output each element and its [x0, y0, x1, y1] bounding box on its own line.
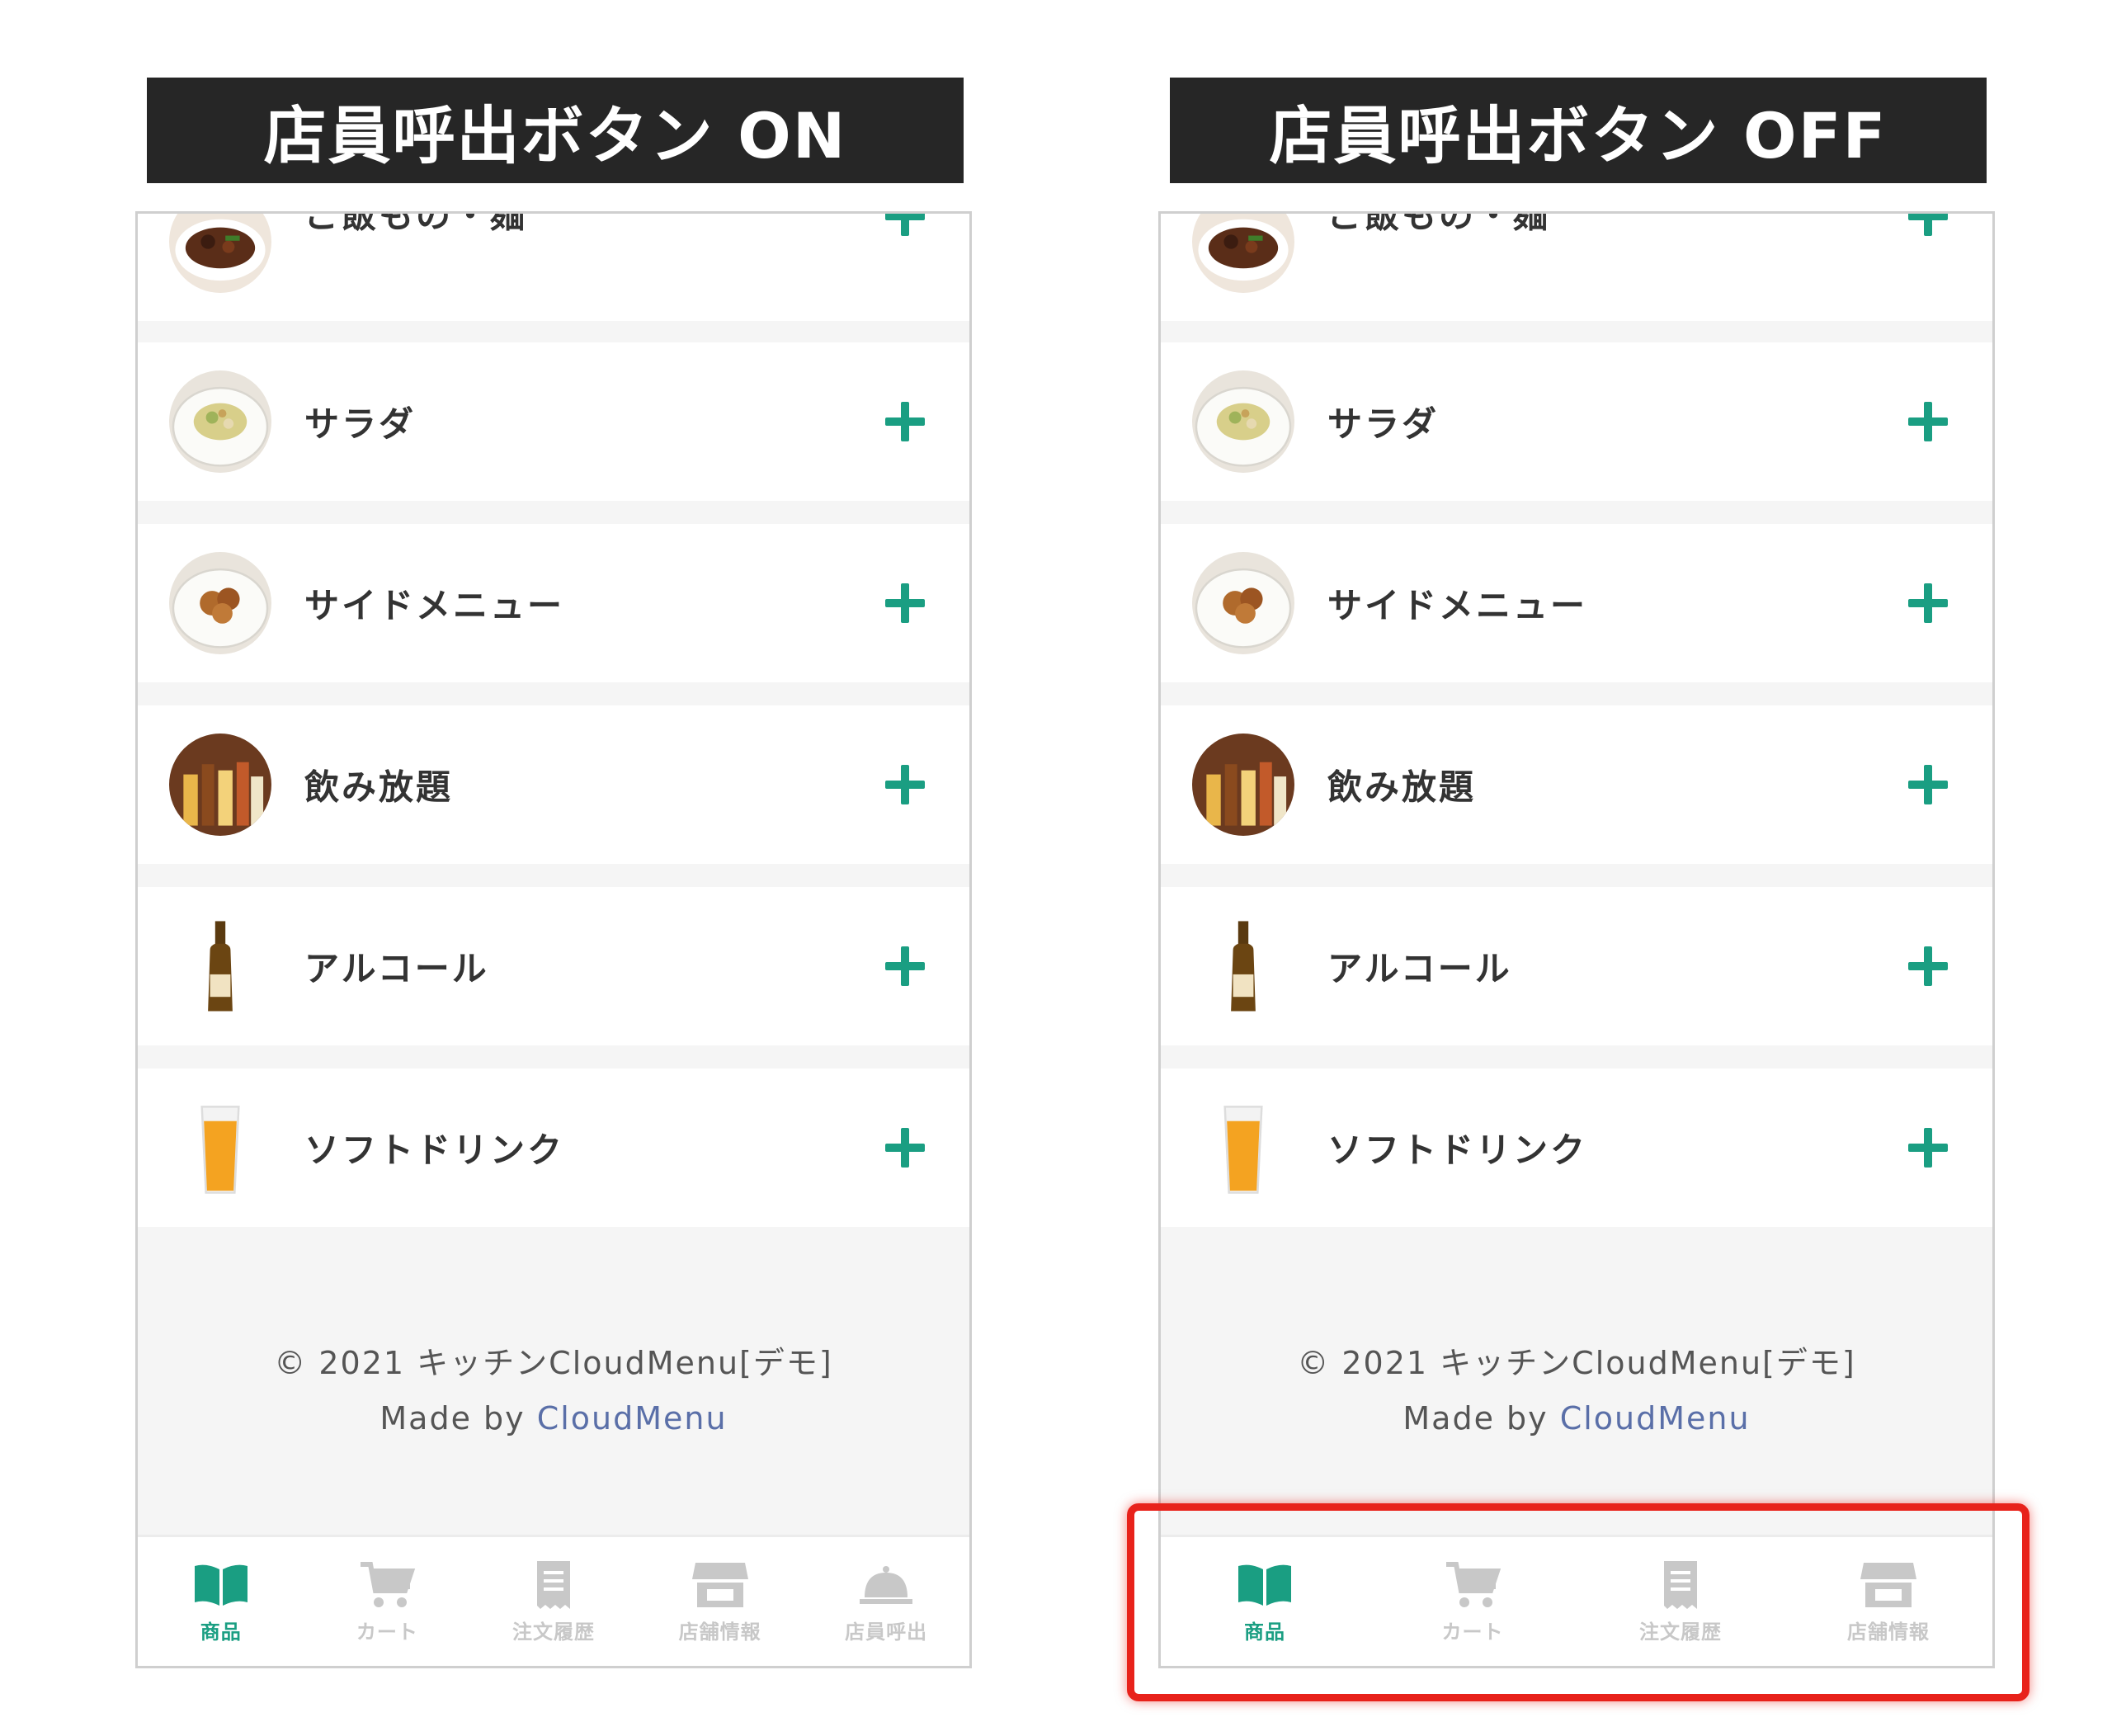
- tab-label: 店員呼出: [845, 1620, 928, 1644]
- add-plus-icon[interactable]: [885, 214, 925, 237]
- category-row-salad[interactable]: サラダ: [1161, 342, 1992, 501]
- salad-photo: [169, 370, 271, 473]
- phone-screen-on: ご飯もの・麺 サラダ サイドメニュー 飲み放題 アルコール ソフトドリンク © …: [135, 211, 972, 1668]
- panel-title-off: 店員呼出ボタン OFF: [1170, 78, 1987, 183]
- footer-made-by: Made by CloudMenu: [1161, 1400, 1992, 1436]
- category-row-side-menu[interactable]: サイドメニュー: [1161, 524, 1992, 682]
- add-plus-icon[interactable]: [1908, 214, 1948, 237]
- salad-photo: [1192, 370, 1294, 473]
- made-by-label: Made by: [1402, 1400, 1560, 1436]
- tab-label: カート: [356, 1620, 418, 1644]
- tab-label: 商品: [200, 1620, 242, 1644]
- add-plus-icon[interactable]: [885, 1128, 925, 1168]
- category-row-rice-noodle[interactable]: ご飯もの・麺: [138, 211, 969, 321]
- orange-juice-photo: [1192, 1097, 1294, 1199]
- category-row-rice-noodle[interactable]: ご飯もの・麺: [1161, 211, 1992, 321]
- add-plus-icon[interactable]: [1908, 402, 1948, 441]
- add-plus-icon[interactable]: [1908, 946, 1948, 986]
- cloudmenu-link[interactable]: CloudMenu: [537, 1400, 728, 1436]
- cloudmenu-link[interactable]: CloudMenu: [1560, 1400, 1751, 1436]
- category-label: 飲み放題: [1327, 767, 1477, 808]
- category-label: サイドメニュー: [1327, 585, 1588, 626]
- category-label: 飲み放題: [304, 767, 454, 808]
- made-by-label: Made by: [380, 1400, 537, 1436]
- category-label: サイドメニュー: [304, 585, 565, 626]
- rice-noodle-dish-photo: [1192, 214, 1294, 293]
- tab-label: 店舗情報: [678, 1620, 761, 1644]
- category-row-alcohol[interactable]: アルコール: [138, 887, 969, 1045]
- store-icon: [691, 1562, 748, 1607]
- category-label: ご飯もの・麺: [1327, 211, 1551, 236]
- category-label: ご飯もの・麺: [304, 211, 528, 236]
- add-plus-icon[interactable]: [1908, 583, 1948, 623]
- category-label: サラダ: [1327, 403, 1440, 445]
- category-label: アルコール: [304, 948, 489, 989]
- panel-title-on: 店員呼出ボタン ON: [147, 78, 964, 183]
- add-plus-icon[interactable]: [885, 583, 925, 623]
- open-book-icon: [194, 1564, 248, 1606]
- tab-label: 注文履歴: [512, 1620, 595, 1644]
- category-label: サラダ: [304, 403, 417, 445]
- category-row-salad[interactable]: サラダ: [138, 342, 969, 501]
- footer-made-by: Made by CloudMenu: [138, 1400, 969, 1436]
- add-plus-icon[interactable]: [1908, 1128, 1948, 1168]
- category-row-alcohol[interactable]: アルコール: [1161, 887, 1992, 1045]
- fried-chicken-photo: [1192, 552, 1294, 654]
- beer-bottle-photo: [1192, 915, 1294, 1017]
- footer-copyright: © 2021 キッチンCloudMenu[デモ]: [1297, 1345, 1856, 1381]
- tab-order-history[interactable]: 注文履歴: [470, 1537, 637, 1666]
- tab-store-info[interactable]: 店舗情報: [637, 1537, 804, 1666]
- beer-bottle-photo: [169, 915, 271, 1017]
- category-row-all-you-can-drink[interactable]: 飲み放題: [1161, 705, 1992, 864]
- all-you-can-drink-photo: [1192, 734, 1294, 836]
- footer-copyright: © 2021 キッチンCloudMenu[デモ]: [274, 1345, 833, 1381]
- service-bell-icon: [860, 1565, 913, 1604]
- receipt-icon: [536, 1560, 570, 1609]
- tab-call-staff[interactable]: 店員呼出: [803, 1537, 969, 1666]
- add-plus-icon[interactable]: [885, 765, 925, 804]
- category-label: ソフトドリンク: [304, 1130, 565, 1171]
- bottom-tab-bar: 商品 カート 注文履歴 店舗情報 店員呼出: [138, 1535, 969, 1666]
- cart-icon: [361, 1561, 416, 1607]
- category-row-side-menu[interactable]: サイドメニュー: [138, 524, 969, 682]
- category-row-soft-drink[interactable]: ソフトドリンク: [1161, 1068, 1992, 1227]
- add-plus-icon[interactable]: [885, 402, 925, 441]
- category-row-soft-drink[interactable]: ソフトドリンク: [138, 1068, 969, 1227]
- highlight-box: [1127, 1503, 2030, 1701]
- fried-chicken-photo: [169, 552, 271, 654]
- category-row-all-you-can-drink[interactable]: 飲み放題: [138, 705, 969, 864]
- category-label: ソフトドリンク: [1327, 1130, 1588, 1171]
- orange-juice-photo: [169, 1097, 271, 1199]
- add-plus-icon[interactable]: [885, 946, 925, 986]
- tab-cart[interactable]: カート: [304, 1537, 471, 1666]
- category-label: アルコール: [1327, 948, 1512, 989]
- add-plus-icon[interactable]: [1908, 765, 1948, 804]
- rice-noodle-dish-photo: [169, 214, 271, 293]
- tab-products[interactable]: 商品: [138, 1537, 304, 1666]
- phone-screen-off: ご飯もの・麺 サラダ サイドメニュー 飲み放題 アルコール ソフトドリンク © …: [1158, 211, 1995, 1668]
- all-you-can-drink-photo: [169, 734, 271, 836]
